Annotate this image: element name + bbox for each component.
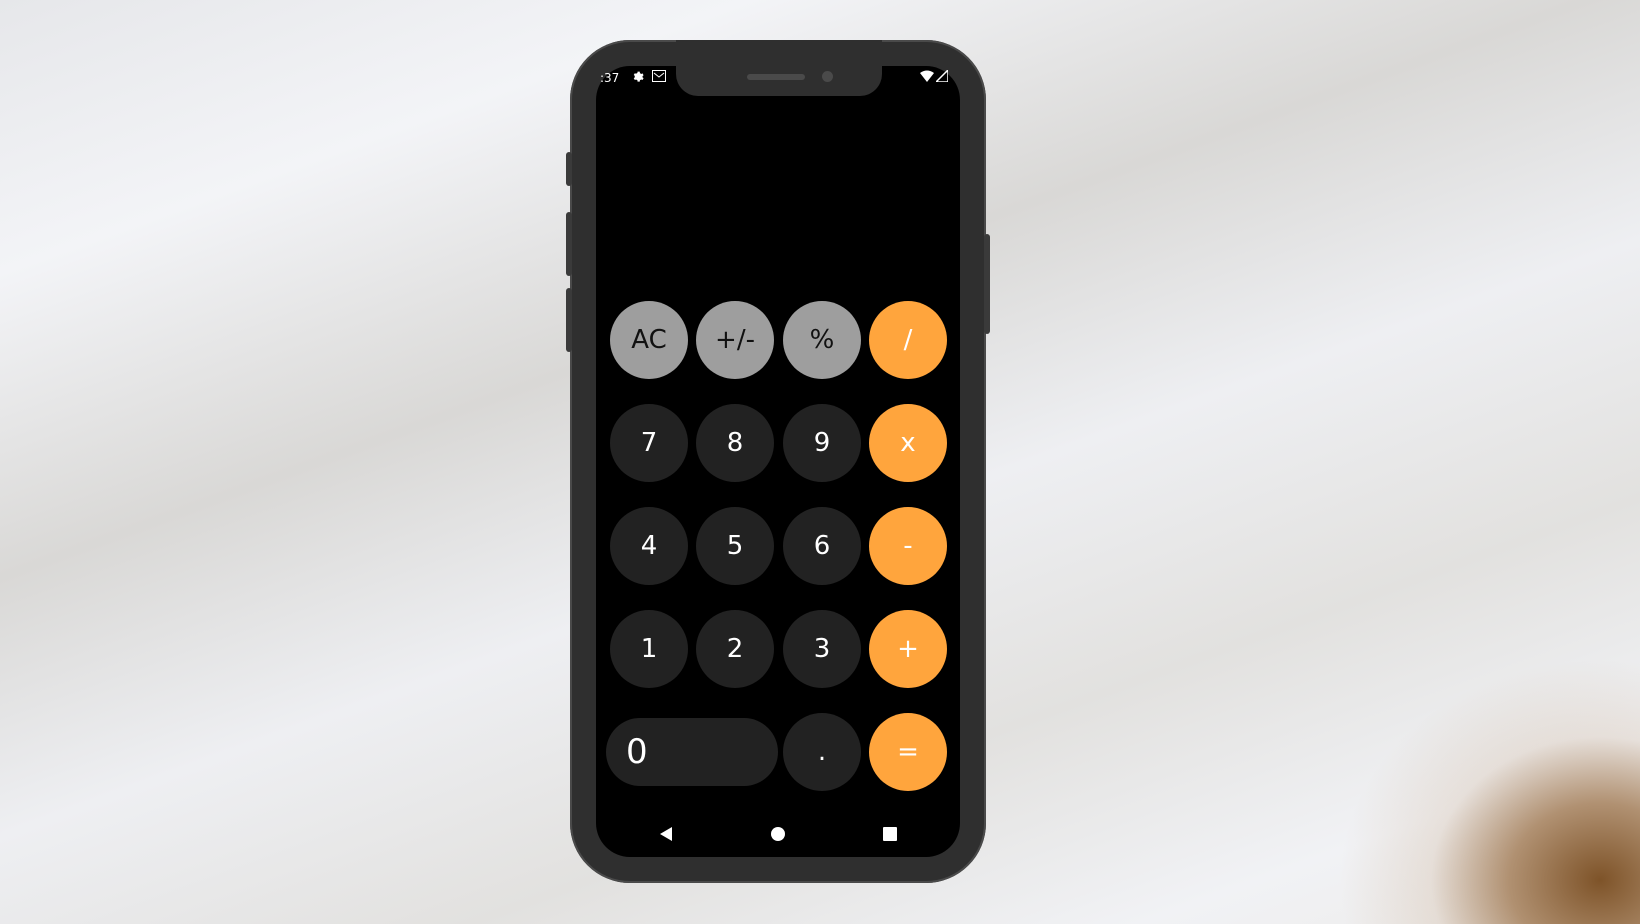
digit-5-button[interactable]: 5	[696, 507, 774, 585]
mail-icon	[652, 70, 666, 85]
digit-0-button[interactable]: 0	[606, 718, 778, 786]
earpiece-speaker	[747, 74, 805, 80]
digit-3-button[interactable]: 3	[783, 610, 861, 688]
wifi-icon	[920, 70, 934, 85]
volume-down-button	[566, 288, 572, 352]
percent-button[interactable]: %	[783, 301, 861, 379]
subtract-button[interactable]: -	[869, 507, 947, 585]
digit-2-button[interactable]: 2	[696, 610, 774, 688]
back-icon[interactable]	[658, 826, 674, 846]
home-icon[interactable]	[770, 826, 786, 846]
decimal-button[interactable]: .	[783, 713, 861, 791]
digit-8-button[interactable]: 8	[696, 404, 774, 482]
sign-toggle-button[interactable]: +/-	[696, 301, 774, 379]
front-camera	[822, 71, 833, 82]
divide-button[interactable]: /	[869, 301, 947, 379]
clear-button[interactable]: AC	[610, 301, 688, 379]
settings-icon	[632, 70, 645, 86]
calculator-display	[610, 130, 946, 270]
digit-9-button[interactable]: 9	[783, 404, 861, 482]
power-button	[984, 234, 990, 334]
notch	[676, 40, 882, 96]
digit-7-button[interactable]: 7	[610, 404, 688, 482]
add-button[interactable]: +	[869, 610, 947, 688]
equals-button[interactable]: =	[869, 713, 947, 791]
status-time: :37	[600, 71, 620, 85]
recents-icon[interactable]	[882, 826, 898, 846]
digit-1-button[interactable]: 1	[610, 610, 688, 688]
digit-4-button[interactable]: 4	[610, 507, 688, 585]
signal-icon	[934, 68, 949, 85]
multiply-button[interactable]: x	[869, 404, 947, 482]
mute-switch	[566, 152, 572, 186]
volume-up-button	[566, 212, 572, 276]
digit-6-button[interactable]: 6	[783, 507, 861, 585]
